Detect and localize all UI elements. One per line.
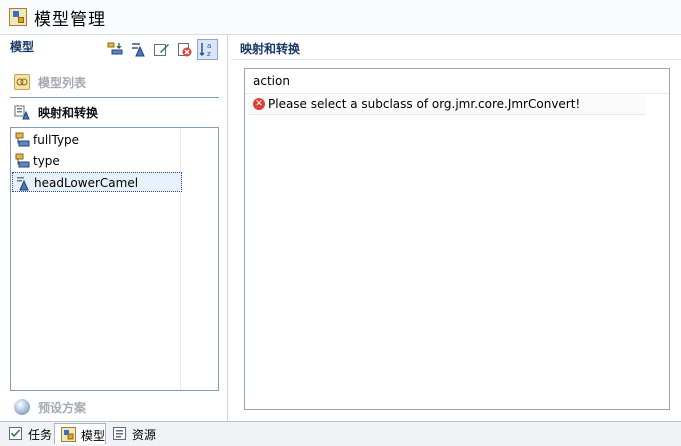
left-panel-header: 模型 <box>10 40 35 54</box>
resources-icon <box>112 426 127 441</box>
model-icon <box>61 427 76 442</box>
model-manager-icon <box>9 8 27 26</box>
delete-icon[interactable] <box>176 41 193 58</box>
model-list-icon <box>14 74 30 90</box>
action-box-title: action <box>253 74 290 88</box>
section-mapping-label: 映射和转换 <box>38 106 99 120</box>
window-title: 模型管理 <box>34 10 106 30</box>
sort-icon[interactable] <box>107 41 124 58</box>
section-divider <box>10 97 219 98</box>
right-panel-header: 映射和转换 <box>240 42 301 56</box>
section-model-list[interactable]: 模型列表 <box>10 70 219 94</box>
edit-icon[interactable] <box>153 41 170 58</box>
svg-text:z: z <box>207 50 211 58</box>
tab-model[interactable]: 模型 <box>54 423 106 444</box>
mapping-icon <box>14 104 30 120</box>
action-box-separator <box>245 93 669 94</box>
tab-tasks[interactable]: 任务 <box>2 423 54 444</box>
field-icon <box>15 153 31 169</box>
section-model-list-label: 模型列表 <box>38 76 87 90</box>
attribute-icon[interactable] <box>130 41 147 58</box>
action-box <box>244 68 670 410</box>
tree-item-label: headLowerCamel <box>34 176 139 190</box>
tree-item-type[interactable]: type <box>12 151 182 171</box>
right-header-divider <box>231 59 681 60</box>
section-preset-label: 预设方案 <box>38 401 87 415</box>
section-mapping[interactable]: 映射和转换 <box>10 100 219 124</box>
tab-model-label: 模型 <box>81 429 106 443</box>
sort-az-icon[interactable]: az <box>197 39 218 60</box>
tasks-icon <box>8 426 23 441</box>
tree-item-fulltype[interactable]: fullType <box>12 130 182 150</box>
section-preset[interactable]: 预设方案 <box>10 395 219 419</box>
preset-icon <box>14 399 30 415</box>
tab-resources[interactable]: 资源 <box>106 423 162 444</box>
tree-item-label: type <box>33 154 60 168</box>
tab-resources-label: 资源 <box>132 428 157 442</box>
attribute-icon <box>16 175 32 191</box>
field-icon <box>15 132 31 148</box>
error-message: Please select a subclass of org.jmr.core… <box>268 97 581 111</box>
svg-text:a: a <box>207 42 211 50</box>
tree-item-label: fullType <box>33 133 80 147</box>
tree-item-headlowercamel[interactable]: headLowerCamel <box>12 172 182 192</box>
error-icon: ✕ <box>253 98 265 110</box>
tab-tasks-label: 任务 <box>28 428 53 442</box>
